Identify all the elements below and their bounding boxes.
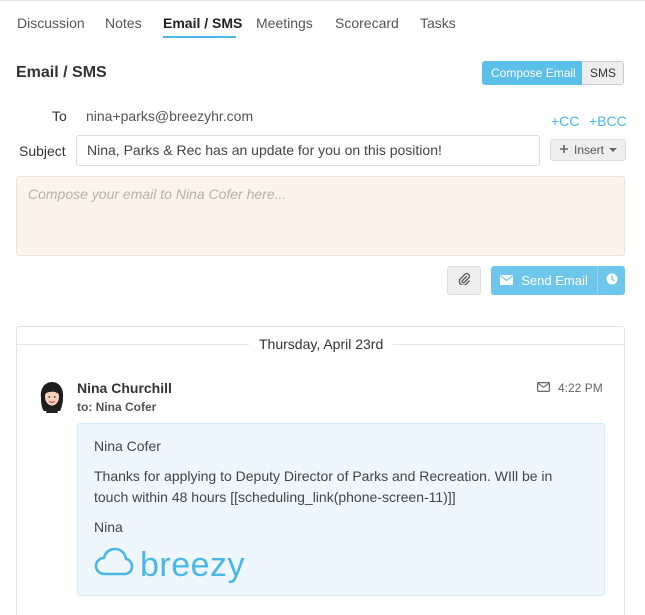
to-field[interactable]: nina+parks@breezyhr.com xyxy=(86,108,253,124)
sender-name: Nina Churchill xyxy=(77,380,172,396)
sms-button[interactable]: SMS xyxy=(582,61,624,85)
message-signoff: Nina xyxy=(94,519,123,535)
insert-dropdown-button[interactable]: Insert xyxy=(550,139,626,161)
brand-name: breezy xyxy=(140,546,246,584)
tab-bar: Discussion Notes Email / SMS Meetings Sc… xyxy=(0,0,645,40)
clock-icon xyxy=(606,272,618,290)
message-greeting: Nina Cofer xyxy=(94,438,161,454)
to-label: To xyxy=(52,108,67,124)
thread-date: Thursday, April 23rd xyxy=(249,336,394,352)
tab-scorecard[interactable]: Scorecard xyxy=(335,15,399,31)
send-email-label: Send Email xyxy=(521,273,588,288)
compose-email-button[interactable]: Compose Email xyxy=(482,61,582,85)
section-title: Email / SMS xyxy=(16,64,107,81)
avatar xyxy=(37,380,67,413)
envelope-icon xyxy=(500,273,514,288)
active-tab-indicator xyxy=(163,36,236,38)
insert-label: Insert xyxy=(573,143,604,157)
subject-input[interactable]: Nina, Parks & Rec has an update for you … xyxy=(76,135,540,166)
paperclip-icon xyxy=(458,272,470,290)
message-body: Nina Cofer Thanks for applying to Deputy… xyxy=(77,423,605,596)
send-email-button[interactable]: Send Email xyxy=(491,266,597,295)
schedule-send-button[interactable] xyxy=(597,266,625,295)
envelope-icon xyxy=(537,381,551,395)
caret-down-icon xyxy=(609,148,617,152)
compose-body-editor[interactable]: Compose your email to Nina Cofer here... xyxy=(16,176,625,256)
add-bcc-link[interactable]: +BCC xyxy=(589,113,627,129)
mode-toggle: Compose Email SMS xyxy=(482,61,624,85)
message-text: Thanks for applying to Deputy Director o… xyxy=(94,468,553,505)
tab-email-sms[interactable]: Email / SMS xyxy=(163,15,242,31)
attach-file-button[interactable] xyxy=(447,266,481,295)
tab-discussion[interactable]: Discussion xyxy=(17,15,85,31)
email-thread: Thursday, April 23rd Nina Churchill to: … xyxy=(16,326,625,615)
tab-tasks[interactable]: Tasks xyxy=(420,15,456,31)
cloud-logo-icon xyxy=(94,547,134,583)
message-time: 4:22 PM xyxy=(558,381,603,395)
recipient: to: Nina Cofer xyxy=(77,400,157,414)
plus-icon xyxy=(559,143,569,157)
add-cc-link[interactable]: +CC xyxy=(551,113,579,129)
message-meta: 4:22 PM xyxy=(537,381,603,395)
tab-notes[interactable]: Notes xyxy=(105,15,142,31)
breezy-logo: breezy xyxy=(94,547,588,583)
subject-label: Subject xyxy=(19,143,66,159)
tab-meetings[interactable]: Meetings xyxy=(256,15,313,31)
